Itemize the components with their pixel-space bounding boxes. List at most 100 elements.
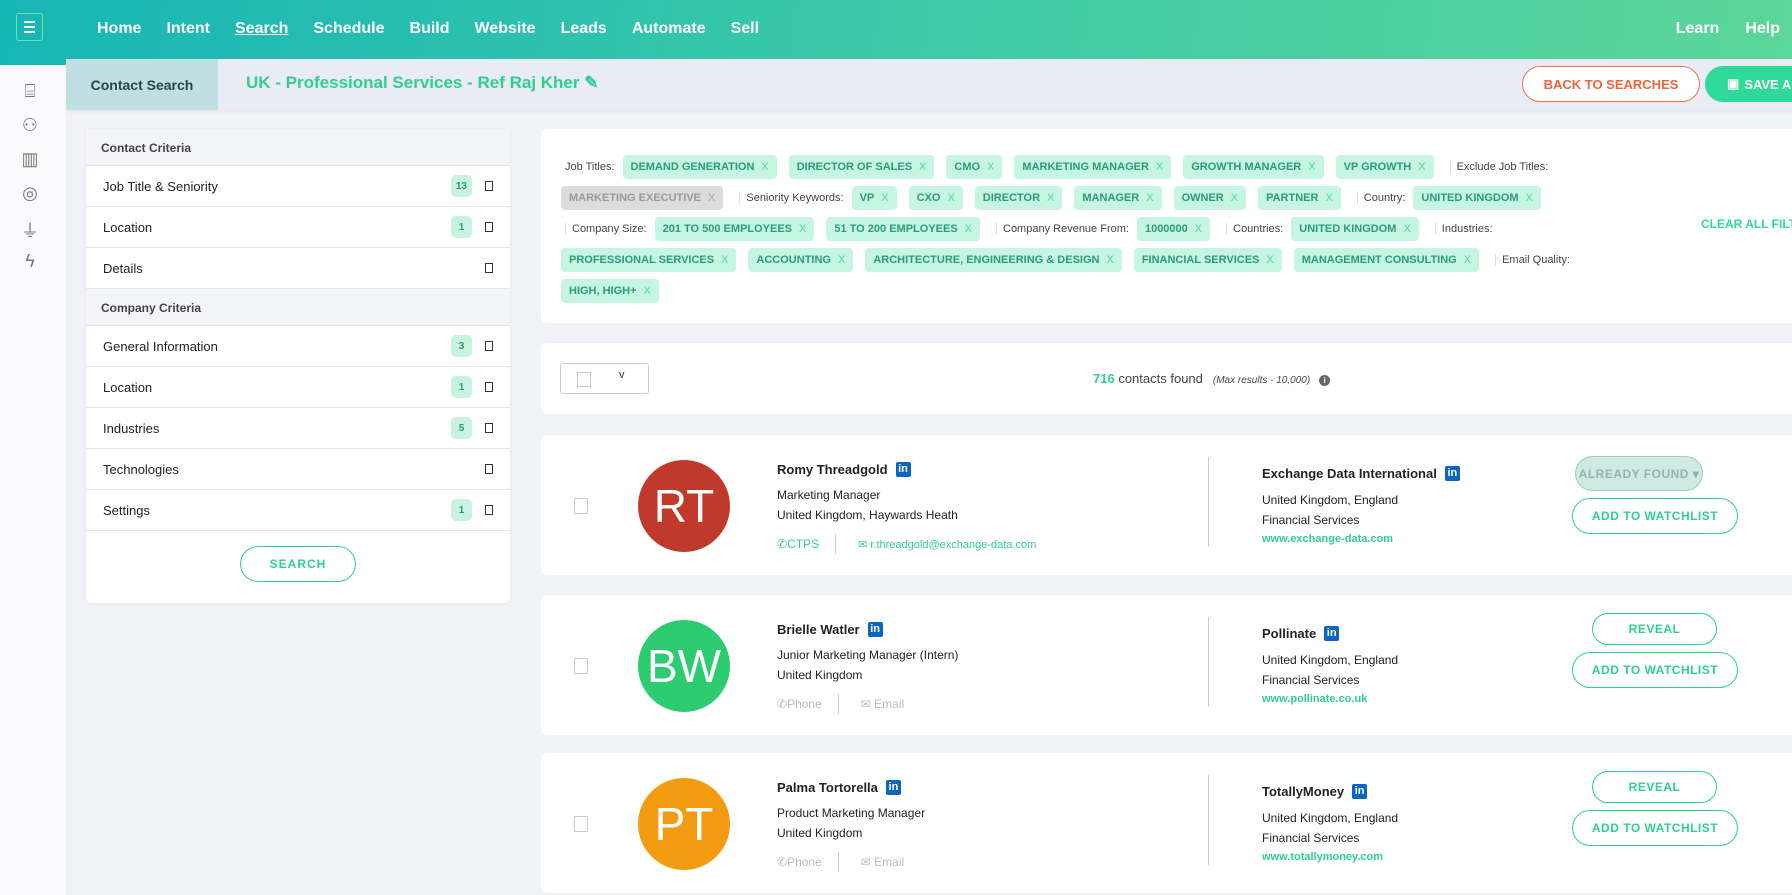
add-to-watchlist-button[interactable]: ADD TO WATCHLIST bbox=[1572, 498, 1738, 534]
remove-tag-icon[interactable]: X bbox=[965, 223, 972, 235]
filter-tag[interactable]: FINANCIAL SERVICES X bbox=[1133, 247, 1282, 272]
linkedin-icon[interactable]: in bbox=[867, 622, 883, 637]
remove-tag-icon[interactable]: X bbox=[761, 161, 768, 173]
company-website-link[interactable]: www.totallymoney.com bbox=[1262, 851, 1383, 863]
nav-item-schedule[interactable]: Schedule bbox=[313, 20, 384, 38]
nav-item-leads[interactable]: Leads bbox=[561, 20, 607, 38]
filter-tag[interactable]: DIRECTOR OF SALES X bbox=[788, 154, 935, 179]
expand-icon[interactable] bbox=[485, 263, 493, 273]
remove-tag-icon[interactable]: X bbox=[644, 285, 651, 297]
linkedin-icon[interactable]: in bbox=[1352, 784, 1368, 799]
chart-icon[interactable]: ▥ bbox=[18, 149, 42, 171]
criteria-row-contact-details[interactable]: Details bbox=[86, 248, 510, 289]
filter-tag[interactable]: PROFESSIONAL SERVICES X bbox=[561, 247, 737, 272]
filter-tag[interactable]: OWNER X bbox=[1173, 185, 1247, 210]
phone-field[interactable]: ✆ Phone bbox=[777, 852, 839, 872]
filter-tag[interactable]: 1000000 X bbox=[1136, 216, 1211, 241]
nav-item-learn[interactable]: Learn bbox=[1676, 20, 1720, 38]
search-title[interactable]: UK - Professional Services - Ref Raj Khe… bbox=[246, 73, 599, 93]
remove-tag-icon[interactable]: X bbox=[799, 223, 806, 235]
filter-tag[interactable]: ARCHITECTURE, ENGINEERING & DESIGN X bbox=[865, 247, 1122, 272]
remove-tag-icon[interactable]: X bbox=[721, 254, 728, 266]
remove-tag-icon[interactable]: X bbox=[1418, 161, 1425, 173]
remove-tag-icon[interactable]: X bbox=[1325, 192, 1332, 204]
remove-tag-icon[interactable]: X bbox=[708, 192, 715, 204]
nav-item-intent[interactable]: Intent bbox=[166, 20, 210, 38]
remove-tag-icon[interactable]: X bbox=[1231, 192, 1238, 204]
criteria-row-company-technologies[interactable]: Technologies bbox=[86, 449, 510, 490]
clear-all-filters-button[interactable]: CLEAR ALL FILTERS bbox=[1701, 217, 1792, 231]
expand-icon[interactable] bbox=[485, 222, 493, 232]
people-icon[interactable]: ⚇ bbox=[18, 115, 42, 137]
criteria-row-contact-location[interactable]: Location 1 bbox=[86, 207, 510, 248]
nav-item-home[interactable]: Home bbox=[97, 20, 141, 38]
already-found-button[interactable]: ALREADY FOUND ▾ bbox=[1575, 456, 1703, 491]
criteria-row-company-settings[interactable]: Settings 1 bbox=[86, 490, 510, 531]
remove-tag-icon[interactable]: X bbox=[1464, 254, 1471, 266]
target-icon[interactable]: ◎ bbox=[18, 183, 42, 205]
tab-contact-search[interactable]: Contact Search bbox=[66, 59, 218, 110]
contact-name[interactable]: Brielle Watler in bbox=[777, 622, 883, 637]
filter-tag[interactable]: CXO X bbox=[908, 185, 963, 210]
nav-item-website[interactable]: Website bbox=[475, 20, 536, 38]
filter-tag[interactable]: PARTNER X bbox=[1258, 185, 1341, 210]
remove-tag-icon[interactable]: X bbox=[1156, 161, 1163, 173]
filter-tag[interactable]: 51 TO 200 EMPLOYEES X bbox=[826, 216, 980, 241]
search-button[interactable]: SEARCH bbox=[240, 546, 356, 582]
expand-icon[interactable] bbox=[485, 423, 493, 433]
pencil-icon[interactable]: ✎ bbox=[584, 73, 598, 92]
filter-tag[interactable]: HIGH, HIGH+ X bbox=[561, 278, 659, 303]
remove-tag-icon[interactable]: X bbox=[1403, 223, 1410, 235]
filter-tag[interactable]: 201 TO 500 EMPLOYEES X bbox=[654, 216, 815, 241]
select-all-dropdown[interactable]: v bbox=[560, 363, 649, 394]
back-to-searches-button[interactable]: BACK TO SEARCHES bbox=[1522, 66, 1700, 102]
add-to-watchlist-button[interactable]: ADD TO WATCHLIST bbox=[1572, 810, 1738, 846]
company-website-link[interactable]: www.pollinate.co.uk bbox=[1262, 693, 1367, 705]
filter-tag[interactable]: MANAGEMENT CONSULTING X bbox=[1293, 247, 1480, 272]
nav-item-build[interactable]: Build bbox=[410, 20, 450, 38]
linkedin-icon[interactable]: in bbox=[895, 462, 911, 477]
expand-icon[interactable] bbox=[485, 464, 493, 474]
email-field[interactable]: ✉ r.threadgold@exchange-data.com bbox=[858, 538, 1036, 551]
nav-item-sell[interactable]: Sell bbox=[731, 20, 759, 38]
filter-tag[interactable]: MANAGER X bbox=[1074, 185, 1162, 210]
add-to-watchlist-button[interactable]: ADD TO WATCHLIST bbox=[1572, 652, 1738, 688]
contact-checkbox[interactable] bbox=[574, 498, 588, 514]
company-name[interactable]: Exchange Data International in bbox=[1262, 466, 1460, 481]
select-all-checkbox[interactable] bbox=[577, 372, 591, 387]
phone-field[interactable]: ✆ Phone bbox=[777, 694, 839, 714]
linkedin-icon[interactable]: in bbox=[1444, 466, 1460, 481]
filter-tag[interactable]: DIRECTOR X bbox=[974, 185, 1063, 210]
expand-icon[interactable] bbox=[485, 505, 493, 515]
nav-item-help[interactable]: Help bbox=[1745, 20, 1780, 38]
remove-tag-icon[interactable]: X bbox=[1526, 192, 1533, 204]
criteria-row-contact-job-title-seniority[interactable]: Job Title & Seniority 13 bbox=[86, 166, 510, 207]
remove-tag-icon[interactable]: X bbox=[1266, 254, 1273, 266]
contact-checkbox[interactable] bbox=[574, 816, 588, 832]
criteria-row-company-location[interactable]: Location 1 bbox=[86, 367, 510, 408]
company-name[interactable]: TotallyMoney in bbox=[1262, 784, 1368, 799]
filter-tag[interactable]: DEMAND GENERATION X bbox=[622, 154, 777, 179]
filter-tag[interactable]: ACCOUNTING X bbox=[748, 247, 854, 272]
reveal-button[interactable]: REVEAL bbox=[1592, 771, 1717, 803]
nav-item-search[interactable]: Search bbox=[235, 20, 288, 38]
remove-tag-icon[interactable]: X bbox=[1047, 192, 1054, 204]
contact-name[interactable]: Romy Threadgold in bbox=[777, 462, 911, 477]
contact-checkbox[interactable] bbox=[574, 658, 588, 674]
lightning-icon[interactable]: ϟ bbox=[18, 251, 42, 273]
filter-tag[interactable]: MARKETING EXECUTIVE X bbox=[561, 185, 724, 210]
remove-tag-icon[interactable]: X bbox=[1106, 254, 1113, 266]
remove-tag-icon[interactable]: X bbox=[919, 161, 926, 173]
expand-icon[interactable] bbox=[485, 181, 493, 191]
filter-tag[interactable]: VP X bbox=[851, 185, 897, 210]
expand-icon[interactable] bbox=[485, 341, 493, 351]
remove-tag-icon[interactable]: X bbox=[947, 192, 954, 204]
criteria-row-company-industries[interactable]: Industries 5 bbox=[86, 408, 510, 449]
nav-item-automate[interactable]: Automate bbox=[632, 20, 706, 38]
toolbox-icon[interactable]: ⌸ bbox=[18, 81, 42, 103]
remove-tag-icon[interactable]: X bbox=[881, 192, 888, 204]
linkedin-icon[interactable]: in bbox=[885, 780, 901, 795]
filter-tag[interactable]: VP GROWTH X bbox=[1335, 154, 1434, 179]
remove-tag-icon[interactable]: X bbox=[987, 161, 994, 173]
email-field[interactable]: ✉ Email bbox=[861, 855, 904, 869]
